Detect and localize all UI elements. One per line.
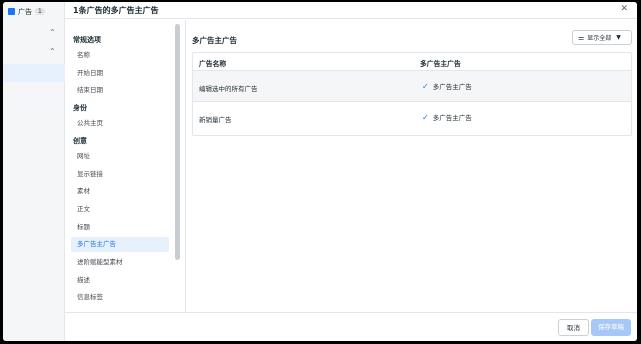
sidenav-item[interactable]: 名称 — [71, 48, 169, 63]
sidenav-item[interactable]: 信息标签 — [71, 290, 169, 305]
show-all-button[interactable]: ⚌ 显示全部 ▼ — [572, 30, 632, 45]
nav-section-heading: 身份 — [73, 104, 87, 113]
table-header: 广告名称 多广告主广告 — [193, 53, 631, 71]
check-icon: ✓ — [422, 81, 429, 91]
table-row[interactable]: 编辑选中的所有广告 ✓ 多广告主广告 — [193, 71, 631, 102]
rail-selected-row[interactable] — [3, 64, 65, 82]
cancel-button[interactable]: 取消 — [558, 319, 589, 336]
dialog-title: 1条广告的多广告主广告 — [73, 6, 159, 15]
sidenav-item[interactable]: 结束日期 — [71, 83, 169, 98]
sidenav-item[interactable]: 描述 — [71, 273, 169, 288]
sidenav-item[interactable]: 网址 — [71, 149, 169, 164]
dialog-header: 1条广告的多广告主广告 ✕ — [65, 2, 637, 19]
row-value-label: 多广告主广告 — [432, 114, 472, 122]
show-all-label: 显示全部 — [587, 35, 612, 42]
rail-tab-badge: 1 — [35, 8, 45, 15]
sidenav-item[interactable]: 开始日期 — [71, 66, 169, 81]
nav-section-heading: 创意 — [73, 136, 87, 145]
window: 广告 1 ⌃ ⌃ 1条广告的多广告主广告 ✕ 常规选项名称开始日期结束日期身份公… — [3, 2, 637, 341]
sidenav-item[interactable]: 进阶赋能型素材 — [71, 255, 169, 270]
row-value-label: 多广告主广告 — [432, 83, 472, 91]
section-title: 多广告主广告 — [192, 36, 237, 45]
ads-icon — [8, 8, 15, 15]
sidenav-item[interactable]: 显示链接 — [71, 167, 169, 182]
close-icon[interactable]: ✕ — [620, 4, 628, 14]
chevron-up-icon[interactable]: ⌃ — [49, 47, 56, 56]
sidenav-scrollbar[interactable] — [175, 24, 180, 260]
rail-tab-label: 广告 — [18, 7, 32, 16]
sidenav-item[interactable]: 公共主页 — [71, 116, 169, 131]
chevron-up-icon[interactable]: ⌃ — [49, 28, 56, 37]
nav-section-heading: 常规选项 — [73, 36, 101, 44]
column-header-ad-name: 广告名称 — [199, 60, 227, 68]
sidenav-item[interactable]: 素材 — [71, 184, 169, 199]
sidenav-item[interactable]: 正文 — [71, 202, 169, 217]
caret-down-icon: ▼ — [616, 34, 621, 41]
check-icon: ✓ — [422, 112, 429, 122]
row-ad-name: 新销量广告 — [199, 116, 232, 124]
row-ad-name: 编辑选中的所有广告 — [199, 85, 258, 93]
sidenav-item[interactable]: 多广告主广告 — [71, 237, 169, 253]
dialog: 1条广告的多广告主广告 ✕ 常规选项 名称 开始日期 结束日期 身份 公共主页 创意 网址 显示… — [65, 2, 637, 341]
content-panel: 多广告主广告 ⚌ 显示全部 ▼ 广告名称 多广告主广告 编辑选中的所有广告 ✓ … — [185, 20, 637, 312]
row-value[interactable]: ✓ 多广告主广告 — [422, 81, 472, 92]
ads-table: 广告名称 多广告主广告 编辑选中的所有广告 ✓ 多广告主广告 新销量广告 ✓ 多… — [192, 52, 632, 136]
column-header-multi-advertiser: 多广告主广告 — [420, 60, 461, 68]
save-draft-button[interactable]: 保存草稿 — [591, 319, 631, 336]
filter-icon: ⚌ — [578, 33, 585, 42]
row-value[interactable]: ✓ 多广告主广告 — [422, 112, 472, 123]
table-row[interactable]: 新销量广告 ✓ 多广告主广告 — [193, 102, 631, 133]
dialog-footer: 取消 保存草稿 — [65, 312, 637, 341]
sidenav: 常规选项名称开始日期结束日期身份公共主页创意网址显示链接素材正文标题多广告主广告… — [65, 20, 175, 312]
rail-tab-ads[interactable]: 广告 1 — [8, 5, 58, 18]
sidenav-item[interactable]: 标题 — [71, 220, 169, 235]
left-rail: 广告 1 ⌃ ⌃ — [3, 2, 65, 341]
